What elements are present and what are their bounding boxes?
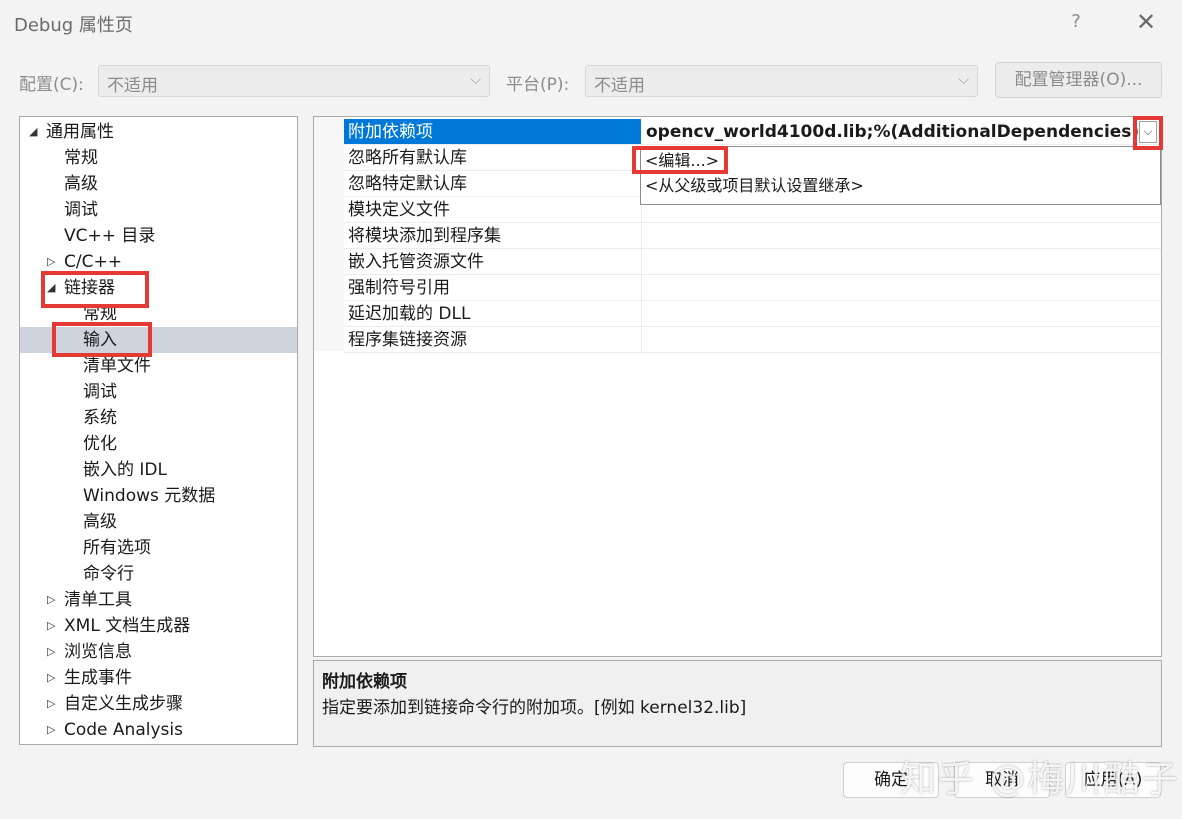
highlight-edit-item	[632, 146, 728, 174]
window-title: Debug 属性页	[14, 15, 133, 36]
tree-item[interactable]: ▷ Code Analysis	[20, 717, 297, 743]
property-name-selected: 附加依赖项	[344, 119, 641, 145]
tree-item-label: 清单工具	[64, 590, 132, 610]
property-row[interactable]: 强制符号引用	[314, 275, 1161, 301]
tree-item-label: VC++ 目录	[64, 226, 156, 246]
tree-item-label: Windows 元数据	[83, 486, 216, 506]
tree-item[interactable]: 常规	[20, 145, 297, 171]
tree-item-label: 优化	[83, 434, 117, 454]
tree-item-label: XML 文档生成器	[64, 616, 191, 636]
tree-item[interactable]: 优化	[20, 431, 297, 457]
collapsed-arrow-icon[interactable]: ▷	[47, 665, 55, 691]
platform-combo[interactable]: 不适用 ⌵	[585, 65, 978, 97]
property-name: 强制符号引用	[348, 278, 450, 298]
configuration-combo[interactable]: 不适用 ⌵	[98, 65, 490, 97]
tree-item-label: 调试	[64, 200, 98, 220]
property-row[interactable]: 嵌入托管资源文件	[314, 249, 1161, 275]
tree-item[interactable]: ◢ 通用属性	[20, 119, 297, 145]
tree-item[interactable]: 命令行	[20, 561, 297, 587]
property-row[interactable]: 将模块添加到程序集	[314, 223, 1161, 249]
tree-item-label: 自定义生成步骤	[64, 694, 183, 714]
highlight-linker	[41, 271, 149, 308]
collapsed-arrow-icon[interactable]: ▷	[47, 639, 55, 665]
tree-item-label: 系统	[83, 408, 117, 428]
tree-item[interactable]: VC++ 目录	[20, 223, 297, 249]
tree-item[interactable]: 系统	[20, 405, 297, 431]
expanded-arrow-icon[interactable]: ◢	[29, 119, 37, 145]
property-value: opencv_world4100d.lib;%(AdditionalDepend…	[646, 122, 1140, 142]
property-name: 忽略特定默认库	[348, 174, 467, 194]
description-panel: 附加依赖项 指定要添加到链接命令行的附加项。[例如 kernel32.lib]	[313, 660, 1162, 747]
tree-item[interactable]: 调试	[20, 197, 297, 223]
column-divider	[641, 327, 642, 353]
title-bar: Debug 属性页 ? ✕	[0, 0, 1182, 46]
help-button[interactable]: ?	[1062, 8, 1090, 36]
tree-item-label: 嵌入的 IDL	[83, 460, 167, 480]
tree-item-label: 常规	[64, 148, 98, 168]
property-name: 模块定义文件	[348, 200, 450, 220]
collapsed-arrow-icon[interactable]: ▷	[47, 691, 55, 717]
chevron-down-icon: ⌵	[470, 72, 481, 88]
column-divider	[641, 275, 642, 301]
property-value-field[interactable]: opencv_world4100d.lib;%(AdditionalDepend…	[642, 119, 1139, 145]
chevron-down-icon: ⌵	[958, 72, 969, 88]
platform-value: 不适用	[594, 76, 645, 96]
tree-item-label: 高级	[64, 174, 98, 194]
tree-item-label: 生成事件	[64, 668, 132, 688]
tree-item[interactable]: 高级	[20, 509, 297, 535]
property-name: 嵌入托管资源文件	[348, 252, 484, 272]
collapsed-arrow-icon[interactable]: ▷	[47, 613, 55, 639]
collapsed-arrow-icon[interactable]: ▷	[47, 587, 55, 613]
row-divider	[344, 352, 1161, 353]
tree-item[interactable]: 高级	[20, 171, 297, 197]
description-title: 附加依赖项	[322, 672, 407, 692]
tree-item[interactable]: ▷ XML 文档生成器	[20, 613, 297, 639]
tree-item[interactable]: ▷ 清单工具	[20, 587, 297, 613]
property-tree[interactable]: ◢ 通用属性 常规 高级 调试 VC++ 目录 ▷ C/C++ ◢ 链接器 常规 输入 清单文件 调试 系统…	[19, 116, 298, 745]
property-name: 程序集链接资源	[348, 330, 467, 350]
property-row[interactable]: 程序集链接资源	[314, 327, 1161, 353]
tree-item-label: 浏览信息	[64, 642, 132, 662]
configuration-value: 不适用	[107, 76, 158, 96]
property-name: 将模块添加到程序集	[348, 226, 501, 246]
tree-item-label: 命令行	[83, 564, 134, 584]
tree-item[interactable]: 嵌入的 IDL	[20, 457, 297, 483]
watermark: 知乎 @梅川酷子	[900, 759, 1180, 800]
dropdown-item-inherit[interactable]: <从父级或项目默认设置继承>	[645, 174, 864, 198]
description-text: 指定要添加到链接命令行的附加项。[例如 kernel32.lib]	[322, 698, 747, 718]
highlight-input	[52, 322, 152, 357]
tree-item[interactable]: ▷ 浏览信息	[20, 639, 297, 665]
configuration-label: 配置(C):	[19, 75, 84, 95]
tree-item[interactable]: ▷ 自定义生成步骤	[20, 691, 297, 717]
collapsed-arrow-icon[interactable]: ▷	[47, 717, 55, 743]
configuration-manager-button[interactable]: 配置管理器(O)...	[995, 62, 1162, 98]
property-row[interactable]: 延迟加载的 DLL	[314, 301, 1161, 327]
tree-item-label: 所有选项	[83, 538, 151, 558]
tree-item-label: 通用属性	[46, 122, 114, 142]
property-name: 忽略所有默认库	[348, 148, 467, 168]
tree-item[interactable]: Windows 元数据	[20, 483, 297, 509]
tree-item-label: 高级	[83, 512, 117, 532]
close-button[interactable]: ✕	[1130, 6, 1162, 38]
column-divider	[641, 301, 642, 327]
tree-item-label: 调试	[83, 382, 117, 402]
tree-item-label: Code Analysis	[64, 720, 183, 740]
platform-label: 平台(P):	[506, 75, 570, 95]
tree-item[interactable]: ▷ 生成事件	[20, 665, 297, 691]
property-name: 附加依赖项	[348, 122, 433, 142]
tree-item[interactable]: 调试	[20, 379, 297, 405]
column-divider	[641, 223, 642, 249]
column-divider	[641, 249, 642, 275]
tree-item[interactable]: 所有选项	[20, 535, 297, 561]
property-row[interactable]: 附加依赖项 opencv_world4100d.lib;%(AdditionalD…	[314, 119, 1161, 145]
highlight-dropdown-button	[1133, 116, 1163, 150]
property-name: 延迟加载的 DLL	[348, 304, 471, 324]
